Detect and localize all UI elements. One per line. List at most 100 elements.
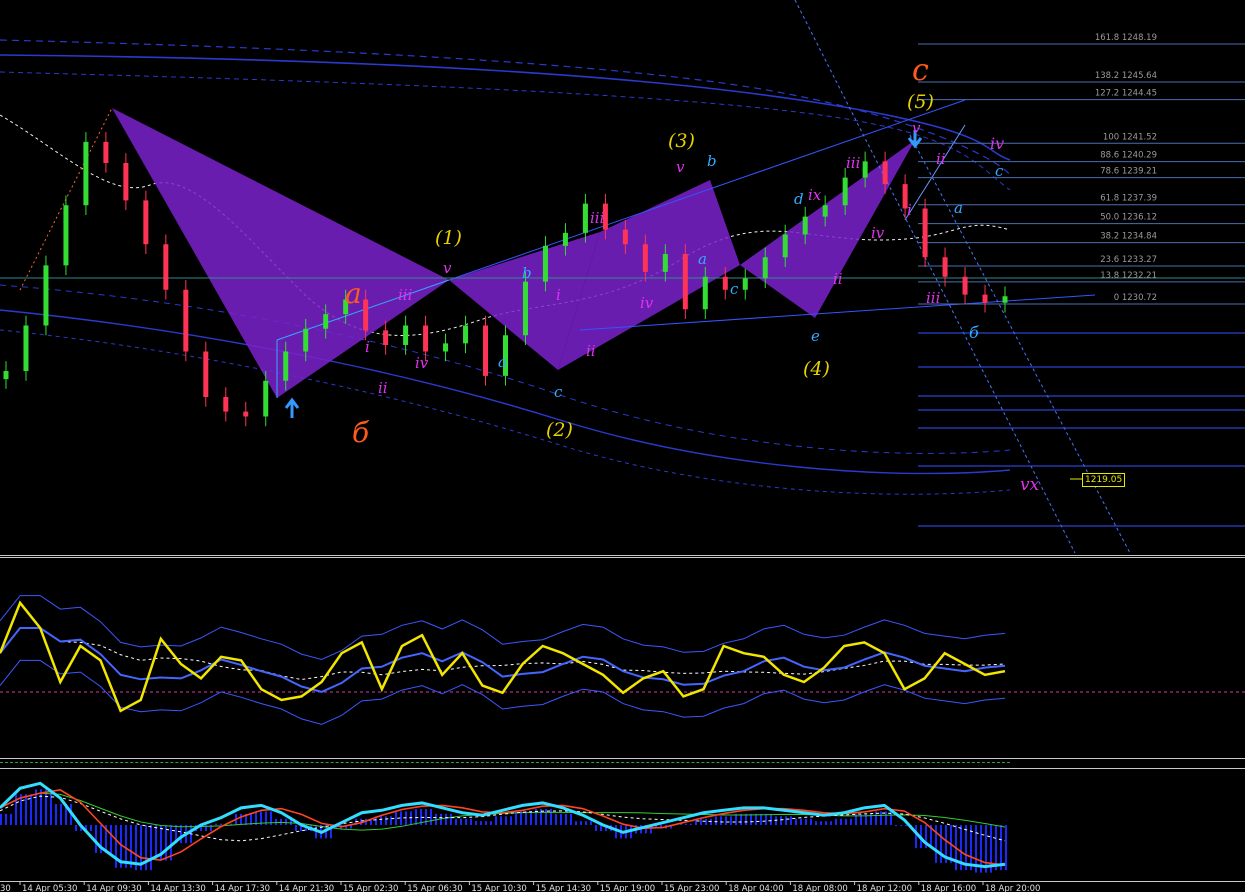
- osc2-histogram-bar: [1005, 825, 1007, 871]
- osc2-histogram-bar: [475, 821, 477, 825]
- candle-body: [882, 161, 888, 185]
- price-marker-label: 1219.05: [1082, 473, 1126, 487]
- candle-body: [303, 328, 309, 352]
- osc2-histogram-bar: [445, 813, 447, 825]
- osc2-histogram-bar: [820, 821, 822, 825]
- osc2-histogram-bar: [895, 825, 897, 827]
- wave-label-a-4: a: [954, 199, 963, 217]
- osc2-histogram-bar: [785, 816, 787, 825]
- candle-body: [403, 325, 409, 345]
- osc2-histogram-bar: [165, 825, 167, 861]
- candle-body: [1002, 296, 1008, 303]
- fib-level-label: 161.8 1248.19: [1095, 33, 1157, 43]
- osc2-histogram-bar: [725, 816, 727, 825]
- oscillator-pane-1[interactable]: [0, 560, 1245, 754]
- candle-body: [23, 325, 29, 371]
- osc2-histogram-bar: [60, 804, 62, 825]
- osc2-histogram-bar: [395, 811, 397, 825]
- candle-body: [323, 314, 329, 329]
- osc2-histogram-bar: [750, 813, 752, 825]
- osc2-histogram-bar: [90, 825, 92, 831]
- wave-label-i-2: i: [556, 286, 561, 304]
- osc2-histogram-bar: [515, 811, 517, 825]
- fib-level-label: 138.2 1245.64: [1095, 71, 1157, 81]
- candle-body: [562, 232, 568, 246]
- candle-body: [662, 254, 668, 272]
- wave-label-v-2: v: [676, 158, 685, 176]
- osc2-histogram-bar: [880, 811, 882, 825]
- wave-label-1: (1): [435, 227, 462, 249]
- fib-level-label: 23.6 1233.27: [1100, 255, 1157, 265]
- osc2-histogram-bar: [150, 825, 152, 871]
- osc2-histogram-bar: [835, 818, 837, 825]
- osc2-histogram-bar: [240, 813, 242, 825]
- osc2-histogram-bar: [580, 821, 582, 825]
- osc2-histogram-bar: [790, 816, 792, 825]
- osc2-histogram-bar: [450, 813, 452, 825]
- wave-label-iv-1: iv: [415, 354, 429, 372]
- oscillator-1-svg: [0, 595, 1245, 725]
- osc2-histogram-bar: [900, 825, 902, 827]
- pane-separator[interactable]: [0, 758, 1245, 759]
- osc2-histogram-bar: [215, 823, 217, 825]
- osc2-histogram-bar: [295, 825, 297, 831]
- pane-separator[interactable]: [0, 768, 1245, 769]
- fibonacci-levels[interactable]: 161.8 1248.19 138.2 1245.64 127.2 1244.45 1…: [918, 33, 1245, 305]
- osc2-histogram-bar: [390, 816, 392, 825]
- candle-body: [542, 245, 548, 282]
- wave-label-4: (4): [803, 358, 830, 380]
- candle-body: [802, 216, 808, 235]
- candle-body: [123, 163, 129, 201]
- wave-label-i-1: i: [365, 338, 370, 356]
- osc2-histogram-bar: [615, 825, 617, 839]
- wave-label-b-2: b: [707, 152, 717, 170]
- osc2-histogram-bar: [765, 813, 767, 825]
- osc2-histogram-bar: [280, 818, 282, 825]
- mini-indicator-strip: [0, 762, 1010, 766]
- osc2-histogram-bar: [810, 818, 812, 825]
- wave-label-v-1: v: [443, 259, 452, 277]
- wave-label-iv-4: iv: [990, 134, 1004, 153]
- wave-label-d-2: d: [794, 190, 804, 208]
- osc2-histogram-bar: [495, 816, 497, 825]
- candle-body: [103, 141, 109, 163]
- fib-level-label: 88.6 1240.29: [1100, 151, 1157, 161]
- osc2-histogram-bar: [700, 818, 702, 825]
- candle-body: [702, 276, 708, 310]
- osc2-histogram-bar: [570, 813, 572, 825]
- wave-label-c-2: c: [730, 280, 739, 298]
- osc2-histogram-bar: [180, 825, 182, 844]
- osc2-histogram-bar: [595, 825, 597, 831]
- candle-body: [922, 208, 928, 258]
- osc2-histogram-bar: [110, 825, 112, 854]
- osc2-histogram-bar: [385, 816, 387, 825]
- fib-level-label: 78.6 1239.21: [1100, 167, 1157, 177]
- wave-label-iv-3: iv: [871, 224, 885, 242]
- pane-separator[interactable]: [0, 555, 1245, 556]
- wave-label-v-3: v: [912, 119, 921, 137]
- oscillator-pane-2[interactable]: [0, 770, 1245, 882]
- osc1-upper-band: [0, 595, 1006, 661]
- wave-label-iii-4: iii: [926, 289, 941, 307]
- osc2-histogram-bar: [480, 821, 482, 825]
- osc2-histogram-bar: [815, 821, 817, 825]
- osc2-histogram-bar: [800, 818, 802, 825]
- osc2-histogram-bar: [690, 823, 692, 825]
- osc2-histogram-bar: [10, 813, 12, 825]
- osc2-histogram-bar: [755, 813, 757, 825]
- fib-level-label: 38.2 1234.84: [1100, 232, 1157, 242]
- osc2-histogram-bar: [470, 818, 472, 825]
- candle-body: [942, 257, 948, 277]
- pane-separator[interactable]: [0, 557, 1245, 558]
- wave-label-b-1: b: [522, 264, 532, 282]
- osc2-histogram-bar: [430, 808, 432, 825]
- osc2-histogram-bar: [95, 825, 97, 854]
- osc2-histogram-bar: [40, 789, 42, 825]
- wave-label-i-3: i: [907, 201, 912, 219]
- price-chart-pane[interactable]: 161.8 1248.19 138.2 1245.64 127.2 1244.45 1…: [0, 0, 1245, 553]
- osc2-histogram-bar: [555, 813, 557, 825]
- wave-label-iii-2: iii: [590, 209, 605, 227]
- osc2-histogram-bar: [50, 789, 52, 825]
- wave-label-ii-3: ii: [833, 270, 843, 288]
- candle-body: [3, 371, 9, 380]
